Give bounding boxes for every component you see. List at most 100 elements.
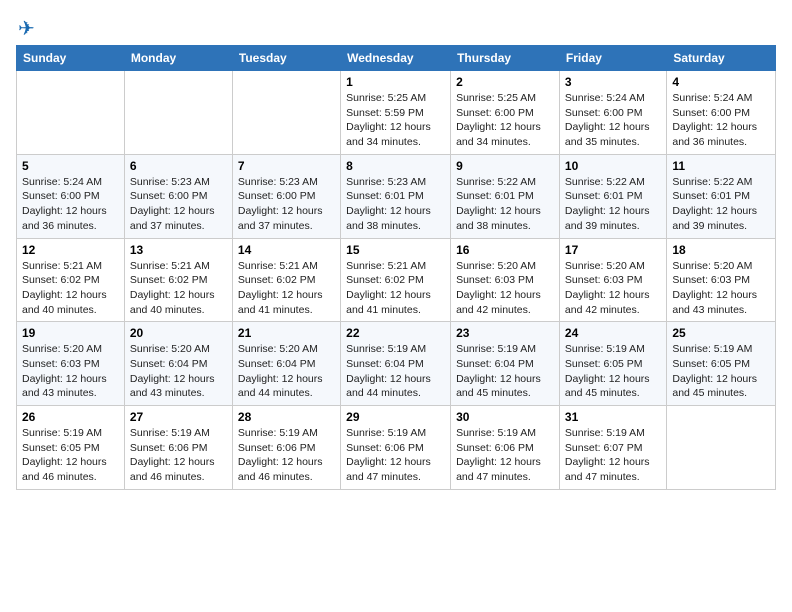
day-info: Sunrise: 5:22 AM Sunset: 6:01 PM Dayligh… xyxy=(672,176,757,232)
day-number: 1 xyxy=(346,75,445,89)
logo-bird-icon: ✈ xyxy=(18,16,35,41)
day-number: 15 xyxy=(346,243,445,257)
calendar-cell: 27 Sunrise: 5:19 AM Sunset: 6:06 PM Dayli… xyxy=(124,406,232,490)
day-info: Sunrise: 5:19 AM Sunset: 6:05 PM Dayligh… xyxy=(22,427,107,483)
day-info: Sunrise: 5:21 AM Sunset: 6:02 PM Dayligh… xyxy=(130,260,215,316)
day-number: 6 xyxy=(130,159,227,173)
day-number: 16 xyxy=(456,243,554,257)
calendar-table: SundayMondayTuesdayWednesdayThursdayFrid… xyxy=(16,45,776,490)
calendar-cell: 20Sunrise: 5:20 AM Sunset: 6:04 PM Dayli… xyxy=(124,322,232,406)
day-number: 19 xyxy=(22,326,119,340)
day-info: Sunrise: 5:19 AM Sunset: 6:04 PM Dayligh… xyxy=(456,343,541,399)
day-info: Sunrise: 5:19 AM Sunset: 6:05 PM Dayligh… xyxy=(672,343,757,399)
day-info: Sunrise: 5:21 AM Sunset: 6:02 PM Dayligh… xyxy=(238,260,323,316)
day-info: Sunrise: 5:25 AM Sunset: 5:59 PM Dayligh… xyxy=(346,92,431,148)
day-number: 18 xyxy=(672,243,770,257)
day-number: 10 xyxy=(565,159,661,173)
day-info: Sunrise: 5:25 AM Sunset: 6:00 PM Dayligh… xyxy=(456,92,541,148)
day-info: Sunrise: 5:23 AM Sunset: 6:00 PM Dayligh… xyxy=(238,176,323,232)
calendar-cell: 17 Sunrise: 5:20 AM Sunset: 6:03 PM Dayli… xyxy=(559,238,666,322)
calendar-cell: 22 Sunrise: 5:19 AM Sunset: 6:04 PM Dayli… xyxy=(341,322,451,406)
day-info: Sunrise: 5:21 AM Sunset: 6:02 PM Dayligh… xyxy=(346,260,431,316)
day-info: Sunrise: 5:20 AM Sunset: 6:03 PM Dayligh… xyxy=(672,260,757,316)
day-number: 20 xyxy=(130,326,227,340)
day-number: 23 xyxy=(456,326,554,340)
calendar-cell: 21Sunrise: 5:20 AM Sunset: 6:04 PM Dayli… xyxy=(232,322,340,406)
calendar-cell: 15 Sunrise: 5:21 AM Sunset: 6:02 PM Dayli… xyxy=(341,238,451,322)
day-info: Sunrise: 5:24 AM Sunset: 6:00 PM Dayligh… xyxy=(672,92,757,148)
calendar-cell: 23 Sunrise: 5:19 AM Sunset: 6:04 PM Dayli… xyxy=(451,322,560,406)
day-number: 28 xyxy=(238,410,335,424)
day-number: 25 xyxy=(672,326,770,340)
day-number: 26 xyxy=(22,410,119,424)
day-number: 3 xyxy=(565,75,661,89)
day-number: 9 xyxy=(456,159,554,173)
day-info: Sunrise: 5:22 AM Sunset: 6:01 PM Dayligh… xyxy=(456,176,541,232)
calendar-cell xyxy=(17,71,125,155)
calendar-cell: 11 Sunrise: 5:22 AM Sunset: 6:01 PM Dayli… xyxy=(667,154,776,238)
dow-header-sunday: Sunday xyxy=(17,46,125,71)
calendar-cell: 6 Sunrise: 5:23 AM Sunset: 6:00 PM Daylig… xyxy=(124,154,232,238)
dow-header-friday: Friday xyxy=(559,46,666,71)
day-number: 22 xyxy=(346,326,445,340)
calendar-cell: 14Sunrise: 5:21 AM Sunset: 6:02 PM Dayli… xyxy=(232,238,340,322)
calendar-cell: 16 Sunrise: 5:20 AM Sunset: 6:03 PM Dayli… xyxy=(451,238,560,322)
day-info: Sunrise: 5:19 AM Sunset: 6:06 PM Dayligh… xyxy=(130,427,215,483)
calendar-cell: 5 Sunrise: 5:24 AM Sunset: 6:00 PM Daylig… xyxy=(17,154,125,238)
day-info: Sunrise: 5:19 AM Sunset: 6:06 PM Dayligh… xyxy=(238,427,323,483)
day-info: Sunrise: 5:20 AM Sunset: 6:03 PM Dayligh… xyxy=(565,260,650,316)
dow-header-monday: Monday xyxy=(124,46,232,71)
day-info: Sunrise: 5:21 AM Sunset: 6:02 PM Dayligh… xyxy=(22,260,107,316)
day-number: 4 xyxy=(672,75,770,89)
day-number: 7 xyxy=(238,159,335,173)
day-number: 30 xyxy=(456,410,554,424)
calendar-cell: 25 Sunrise: 5:19 AM Sunset: 6:05 PM Dayli… xyxy=(667,322,776,406)
dow-header-thursday: Thursday xyxy=(451,46,560,71)
day-number: 13 xyxy=(130,243,227,257)
day-number: 17 xyxy=(565,243,661,257)
day-info: Sunrise: 5:19 AM Sunset: 6:07 PM Dayligh… xyxy=(565,427,650,483)
calendar-cell xyxy=(124,71,232,155)
day-info: Sunrise: 5:22 AM Sunset: 6:01 PM Dayligh… xyxy=(565,176,650,232)
calendar-cell: 24 Sunrise: 5:19 AM Sunset: 6:05 PM Dayli… xyxy=(559,322,666,406)
calendar-cell: 19 Sunrise: 5:20 AM Sunset: 6:03 PM Dayli… xyxy=(17,322,125,406)
calendar-cell: 26 Sunrise: 5:19 AM Sunset: 6:05 PM Dayli… xyxy=(17,406,125,490)
day-number: 5 xyxy=(22,159,119,173)
day-number: 29 xyxy=(346,410,445,424)
day-number: 27 xyxy=(130,410,227,424)
day-number: 11 xyxy=(672,159,770,173)
calendar-cell: 8 Sunrise: 5:23 AM Sunset: 6:01 PM Daylig… xyxy=(341,154,451,238)
calendar-cell: 4 Sunrise: 5:24 AM Sunset: 6:00 PM Daylig… xyxy=(667,71,776,155)
dow-header-wednesday: Wednesday xyxy=(341,46,451,71)
day-number: 24 xyxy=(565,326,661,340)
day-info: Sunrise: 5:19 AM Sunset: 6:06 PM Dayligh… xyxy=(346,427,431,483)
day-info: Sunrise: 5:24 AM Sunset: 6:00 PM Dayligh… xyxy=(22,176,107,232)
day-info: Sunrise: 5:20 AM Sunset: 6:03 PM Dayligh… xyxy=(456,260,541,316)
day-info: Sunrise: 5:19 AM Sunset: 6:05 PM Dayligh… xyxy=(565,343,650,399)
calendar-cell xyxy=(667,406,776,490)
calendar-cell: 10 Sunrise: 5:22 AM Sunset: 6:01 PM Dayli… xyxy=(559,154,666,238)
page-header: ✈ xyxy=(16,16,776,37)
calendar-cell: 7 Sunrise: 5:23 AM Sunset: 6:00 PM Daylig… xyxy=(232,154,340,238)
dow-header-tuesday: Tuesday xyxy=(232,46,340,71)
day-number: 2 xyxy=(456,75,554,89)
day-info: Sunrise: 5:19 AM Sunset: 6:06 PM Dayligh… xyxy=(456,427,541,483)
day-info: Sunrise: 5:23 AM Sunset: 6:01 PM Dayligh… xyxy=(346,176,431,232)
calendar-cell: 31 Sunrise: 5:19 AM Sunset: 6:07 PM Dayli… xyxy=(559,406,666,490)
calendar-cell: 2 Sunrise: 5:25 AM Sunset: 6:00 PM Daylig… xyxy=(451,71,560,155)
calendar-cell xyxy=(232,71,340,155)
calendar-cell: 3Sunrise: 5:24 AM Sunset: 6:00 PM Daylig… xyxy=(559,71,666,155)
day-number: 12 xyxy=(22,243,119,257)
calendar-cell: 18 Sunrise: 5:20 AM Sunset: 6:03 PM Dayli… xyxy=(667,238,776,322)
calendar-cell: 30 Sunrise: 5:19 AM Sunset: 6:06 PM Dayli… xyxy=(451,406,560,490)
day-number: 21 xyxy=(238,326,335,340)
day-info: Sunrise: 5:23 AM Sunset: 6:00 PM Dayligh… xyxy=(130,176,215,232)
day-number: 31 xyxy=(565,410,661,424)
day-info: Sunrise: 5:20 AM Sunset: 6:03 PM Dayligh… xyxy=(22,343,107,399)
day-number: 8 xyxy=(346,159,445,173)
calendar-cell: 28 Sunrise: 5:19 AM Sunset: 6:06 PM Dayli… xyxy=(232,406,340,490)
day-info: Sunrise: 5:19 AM Sunset: 6:04 PM Dayligh… xyxy=(346,343,431,399)
calendar-cell: 12 Sunrise: 5:21 AM Sunset: 6:02 PM Dayli… xyxy=(17,238,125,322)
calendar-cell: 9 Sunrise: 5:22 AM Sunset: 6:01 PM Daylig… xyxy=(451,154,560,238)
logo: ✈ xyxy=(16,16,35,37)
